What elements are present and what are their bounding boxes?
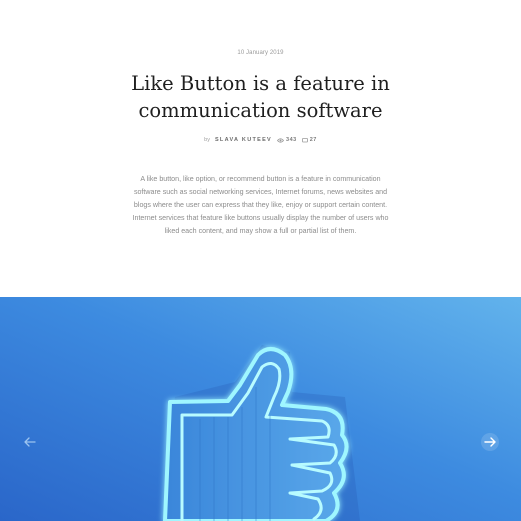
views-count: 343: [277, 137, 297, 143]
post-meta: by SLAVA KUTEEV 343 27: [0, 137, 521, 143]
post-excerpt: A like button, like option, or recommend…: [132, 175, 389, 236]
comment-icon: [301, 137, 308, 142]
views-value: 343: [286, 137, 297, 143]
neon-thumbs-up-icon: [0, 297, 521, 521]
carousel-prev-button[interactable]: [21, 433, 39, 451]
comments-value: 27: [309, 137, 317, 143]
author-link[interactable]: SLAVA KUTEEV: [215, 137, 272, 143]
byline-prefix: by: [204, 137, 210, 143]
comments-count[interactable]: 27: [301, 137, 317, 143]
hero-carousel[interactable]: [0, 297, 521, 521]
arrow-right-icon: [484, 437, 496, 447]
post-title: Like Button is a feature in communicatio…: [131, 72, 390, 122]
post-date: 10 January 2019: [237, 50, 284, 56]
eye-icon: [277, 137, 285, 143]
carousel-next-button[interactable]: [481, 433, 499, 451]
arrow-left-icon: [24, 437, 36, 447]
